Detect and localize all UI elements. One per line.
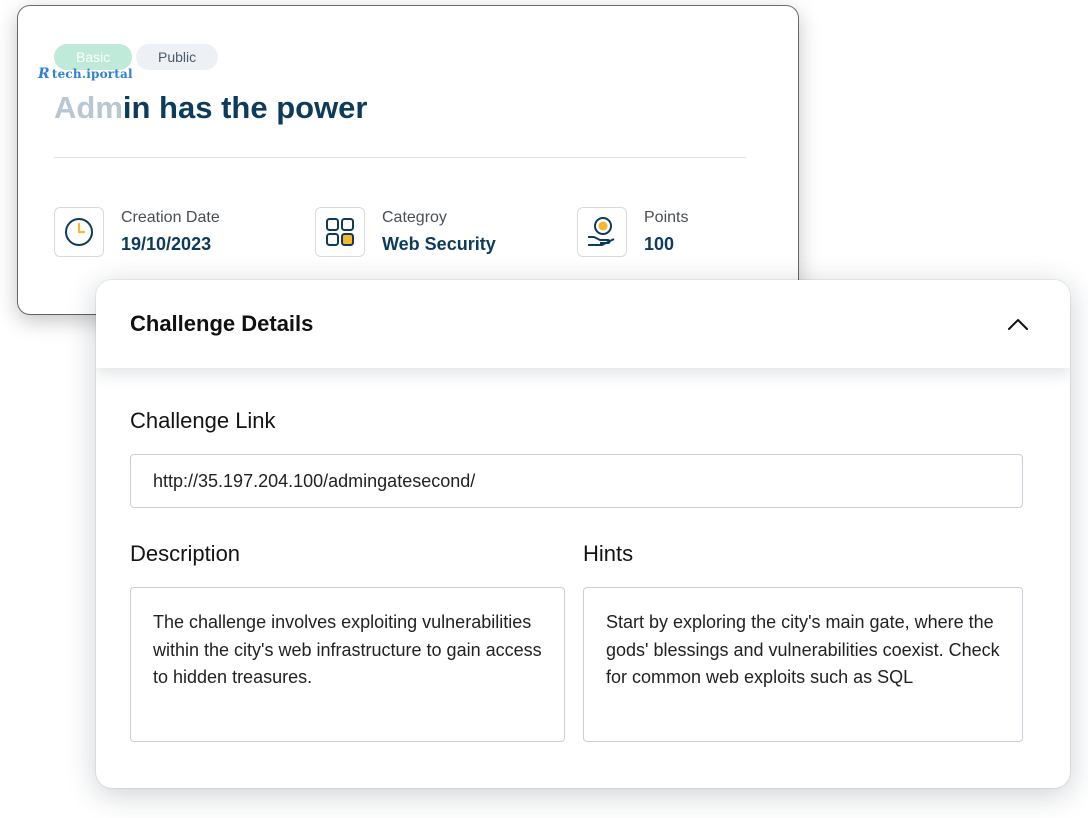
meta-label: Creation Date bbox=[121, 209, 220, 226]
meta-points: Points 100 bbox=[577, 206, 688, 258]
challenge-link-label: Challenge Link bbox=[130, 408, 276, 433]
hints-box: Start by exploring the city's main gate,… bbox=[583, 587, 1023, 742]
challenge-details-card: Challenge Details Challenge Link http://… bbox=[96, 280, 1070, 788]
chevron-up-icon bbox=[1008, 319, 1028, 330]
collapse-button[interactable] bbox=[1004, 310, 1032, 338]
meta-category: Categroy Web Security bbox=[315, 206, 496, 258]
meta-value: 19/10/2023 bbox=[121, 234, 212, 254]
challenge-title: Admin has the power bbox=[54, 90, 368, 126]
stage: Basic Public Rtech.iportal Admin has the… bbox=[0, 0, 1088, 818]
challenge-title-faded: Adm bbox=[54, 90, 123, 125]
visibility-tag: Public bbox=[136, 44, 219, 70]
challenge-summary-card: Basic Public Rtech.iportal Admin has the… bbox=[18, 6, 798, 314]
challenge-details-header[interactable]: Challenge Details bbox=[96, 280, 1070, 368]
challenge-link-field[interactable]: http://35.197.204.100/admingatesecond/ bbox=[130, 454, 1023, 508]
clock-icon bbox=[54, 207, 104, 257]
description-label: Description bbox=[130, 541, 241, 566]
category-grid-icon bbox=[315, 207, 365, 257]
coin-hand-icon bbox=[577, 207, 627, 257]
divider bbox=[54, 157, 746, 158]
meta-creation-date: Creation Date 19/10/2023 bbox=[54, 206, 220, 258]
challenge-title-rest: in has the power bbox=[122, 90, 368, 125]
meta-label: Categroy bbox=[382, 209, 447, 226]
hints-label: Hints bbox=[583, 541, 634, 566]
meta-label: Points bbox=[644, 209, 689, 226]
challenge-details-title: Challenge Details bbox=[130, 311, 314, 336]
meta-value: Web Security bbox=[382, 234, 496, 254]
meta-value: 100 bbox=[644, 234, 675, 254]
watermark-logo: Rtech.iportal bbox=[38, 66, 133, 82]
description-box: The challenge involves exploiting vulner… bbox=[130, 587, 565, 742]
